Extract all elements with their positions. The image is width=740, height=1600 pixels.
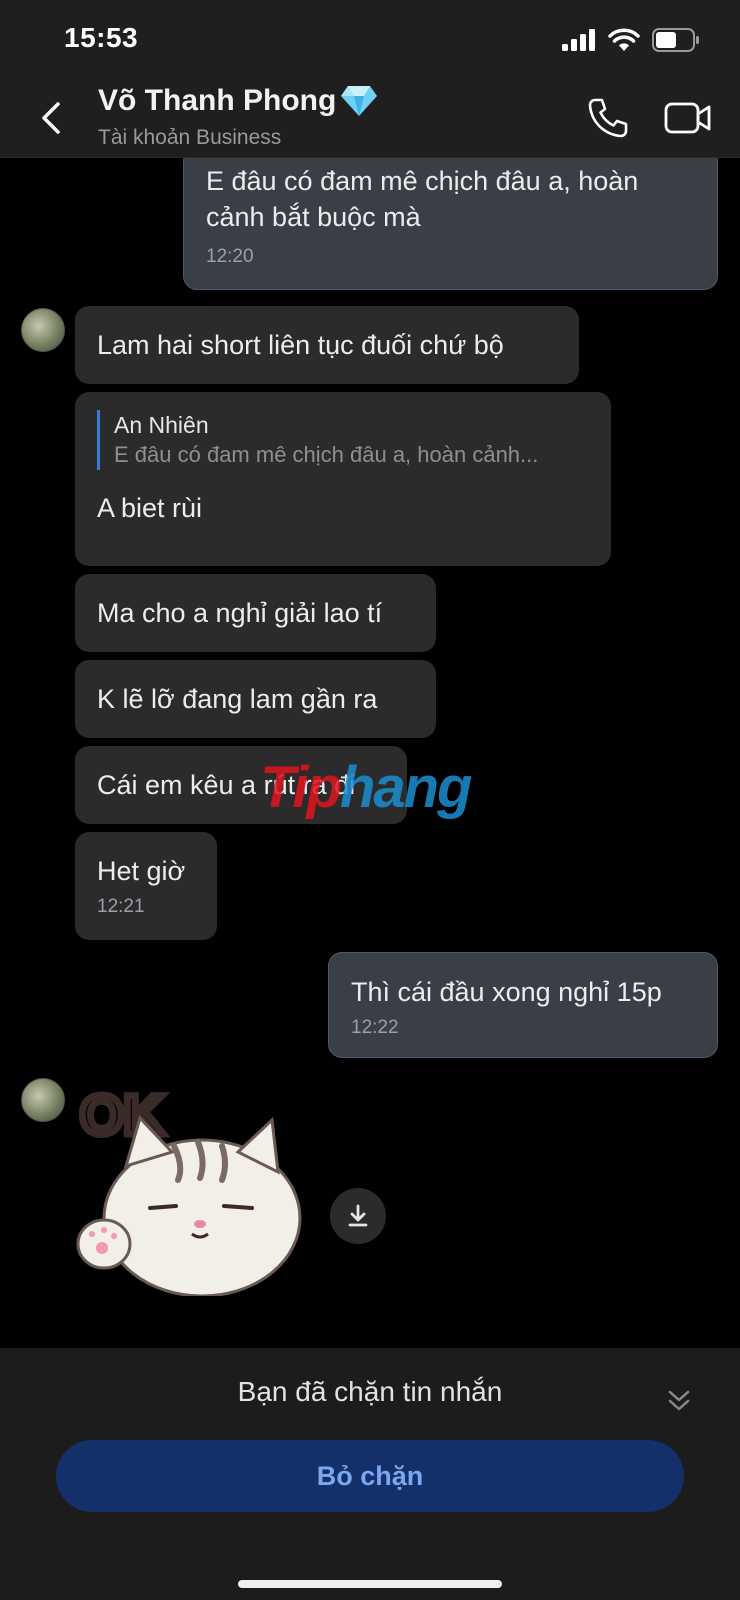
chat-header: Võ Thanh Phong Tài khoản Business: [0, 80, 740, 158]
message-bubble-received[interactable]: Het giờ 12:21: [75, 832, 217, 940]
diamond-icon: [341, 86, 378, 116]
status-time: 15:53: [64, 22, 139, 53]
message-text: K lẽ lỡ đang lam gần ra: [97, 684, 378, 714]
message-bubble-received[interactable]: Ma cho a nghỉ giải lao tí: [75, 574, 436, 652]
message-text: E đâu có đam mê chịch đâu a, hoàn cảnh b…: [206, 166, 639, 232]
battery-icon: [652, 28, 699, 52]
reply-text: E đâu có đam mê chịch đâu a, hoàn cảnh..…: [114, 442, 539, 467]
back-button[interactable]: [36, 98, 66, 138]
message-text: Thì cái đầu xong nghỉ 15p: [351, 977, 662, 1007]
message-text: Het giờ: [97, 856, 186, 886]
message-bubble-reply[interactable]: An Nhiên E đâu có đam mê chịch đâu a, ho…: [75, 392, 611, 566]
chat-area[interactable]: E đâu có đam mê chịch đâu a, hoàn cảnh b…: [0, 158, 740, 1348]
wifi-icon: [608, 28, 640, 51]
cat-ok-sticker[interactable]: OK: [74, 1076, 314, 1296]
signal-icon: [562, 29, 595, 51]
watermark-logo: Tiphang: [260, 755, 472, 820]
blocked-panel: Bạn đã chặn tin nhắn Bỏ chặn: [0, 1348, 740, 1600]
download-icon: [348, 1204, 368, 1227]
contact-subtitle: Tài khoản Business: [98, 126, 282, 149]
message-text: Lam hai short liên tục đuối chứ bộ: [97, 330, 504, 360]
quoted-reply[interactable]: An Nhiên E đâu có đam mê chịch đâu a, ho…: [97, 410, 589, 470]
chevron-double-down-icon[interactable]: [664, 1386, 694, 1416]
phone-icon[interactable]: [586, 96, 630, 140]
message-text: Ma cho a nghỉ giải lao tí: [97, 598, 383, 628]
blocked-notice: Bạn đã chặn tin nhắn: [237, 1376, 503, 1407]
status-icons: [562, 28, 700, 52]
home-indicator[interactable]: [238, 1580, 502, 1588]
message-time: 12:22: [351, 1017, 399, 1038]
message-bubble-received[interactable]: K lẽ lỡ đang lam gần ra: [75, 660, 436, 738]
message-time: 12:21: [97, 896, 145, 917]
avatar[interactable]: [21, 308, 65, 352]
video-call-icon[interactable]: [664, 98, 712, 138]
message-bubble-received[interactable]: Lam hai short liên tục đuối chứ bộ: [75, 306, 579, 384]
contact-name-text: Võ Thanh Phong: [98, 84, 337, 117]
message-time: 12:20: [206, 246, 254, 267]
contact-name[interactable]: Võ Thanh Phong: [98, 84, 378, 118]
reply-author: An Nhiên: [114, 412, 209, 438]
unblock-button[interactable]: Bỏ chặn: [56, 1440, 684, 1512]
message-bubble-sent[interactable]: E đâu có đam mê chịch đâu a, hoàn cảnh b…: [183, 158, 718, 290]
status-bar: 15:53: [0, 0, 740, 80]
message-text: A biet rùi: [97, 493, 203, 523]
message-bubble-sent[interactable]: Thì cái đầu xong nghỉ 15p 12:22: [328, 952, 718, 1058]
avatar[interactable]: [21, 1078, 65, 1122]
download-button[interactable]: [330, 1188, 386, 1244]
